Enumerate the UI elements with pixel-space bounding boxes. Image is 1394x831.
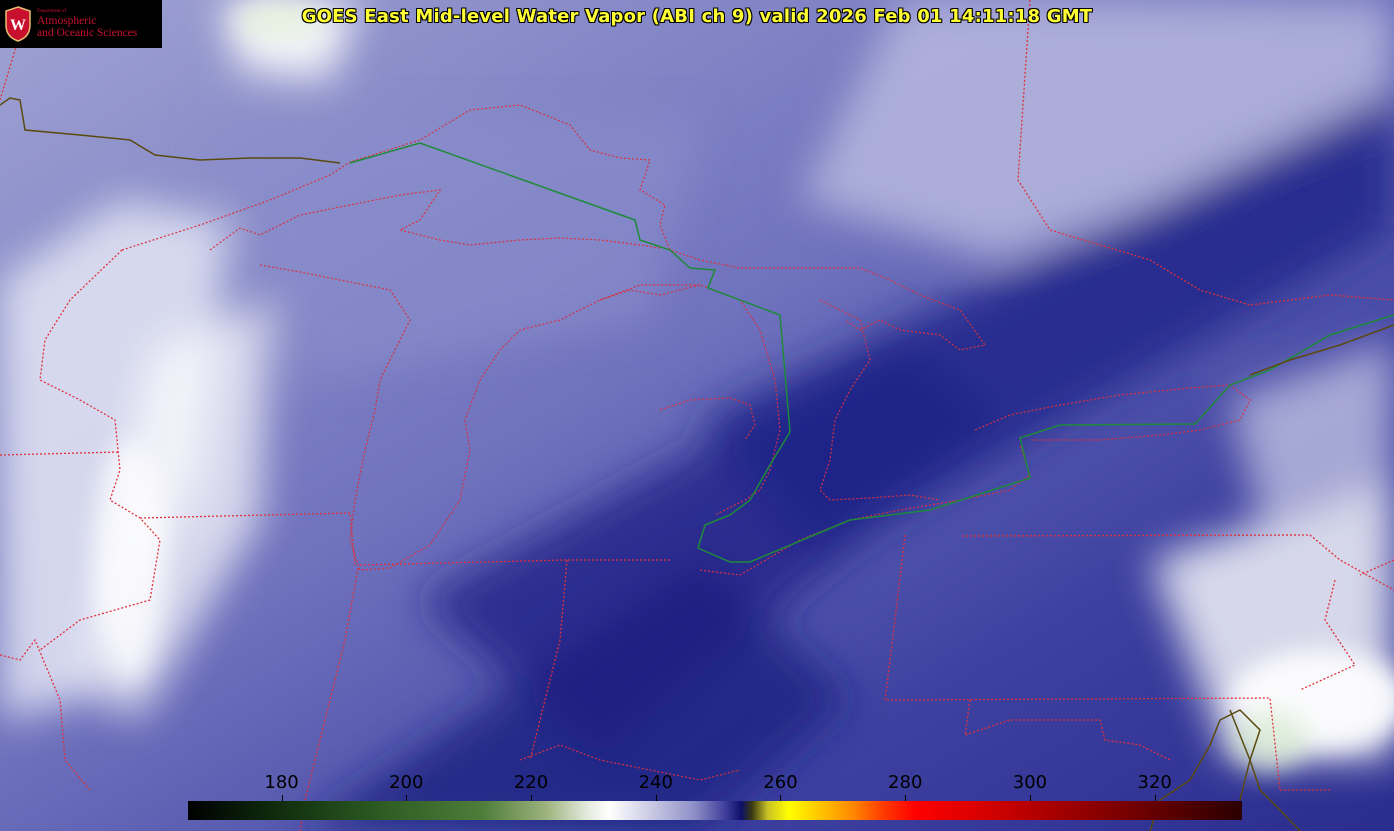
colorbar-tick-label: 260 [763,772,798,793]
colorbar-tick-mark [905,795,907,801]
colorbar-tick-mark [281,795,283,801]
colorbar-tick-label: 280 [888,772,923,793]
logo-line-3: and Oceanic Sciences [37,26,138,39]
colorbar-tick-label: 200 [389,772,424,793]
colorbar: 180 200 220 240 260 280 300 320 [188,772,1242,820]
colorbar-tick-label: 300 [1012,772,1048,793]
colorbar-tick-label: 320 [1137,772,1172,793]
colorbar-tick-mark [780,795,782,801]
colorbar-tick-mark [655,795,657,801]
colorbar-tick-label: 180 [264,772,299,793]
colorbar-tick-label: 240 [638,772,673,793]
colorbar-gradient [188,801,1242,820]
colorbar-tick-label: 220 [513,772,549,793]
colorbar-tick-mark [1029,795,1031,801]
water-vapor-map [0,0,1394,831]
colorbar-tick-mark [531,795,533,801]
colorbar-tick-mark [406,795,408,801]
map-title: GOES East Mid-level Water Vapor (ABI ch … [301,6,1093,27]
colorbar-tick-mark [1154,795,1156,801]
